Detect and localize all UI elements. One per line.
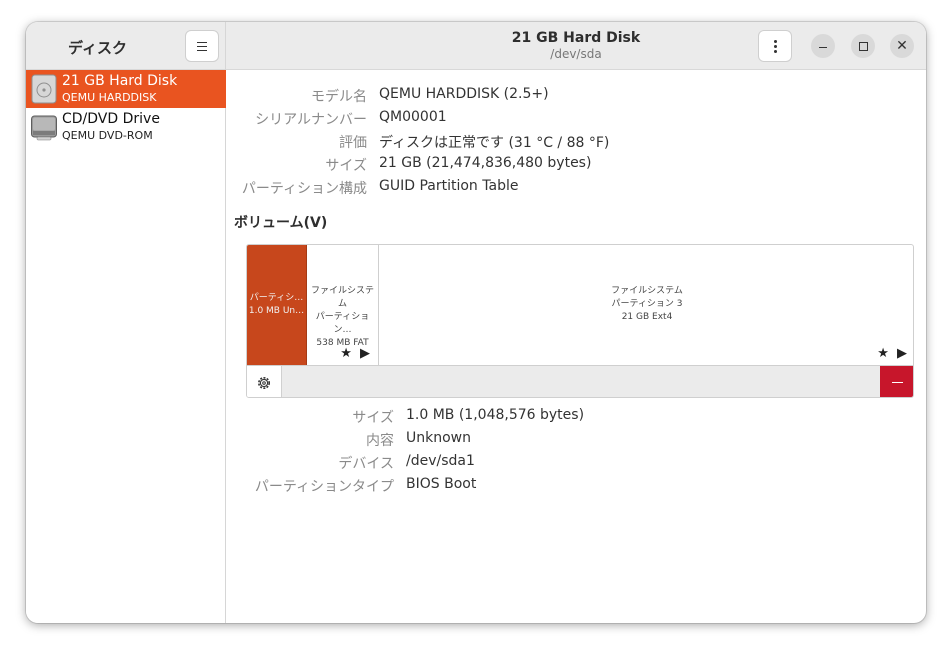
main-menu-button[interactable] — [185, 30, 219, 62]
drive-title: 21 GB Hard Disk — [62, 73, 178, 89]
close-button[interactable]: ✕ — [890, 34, 914, 58]
hard-disk-icon — [31, 74, 57, 104]
info-label: 内容 — [366, 433, 394, 449]
segment-line: パーティシ… — [249, 293, 304, 303]
drive-model: QEMU DVD-ROM — [62, 129, 153, 142]
volumes-heading: ボリューム(V) — [234, 215, 328, 231]
partition-row-size: サイズ 1.0 MB (1,048,576 bytes) — [227, 407, 917, 427]
minimize-icon — [819, 46, 827, 48]
drive-item-cd-dvd[interactable]: CD/DVD Drive QEMU DVD-ROM — [26, 108, 226, 146]
info-value: QEMU HARDDISK (2.5+) — [379, 86, 549, 102]
info-value[interactable]: ディスクは正常です (31 °C / 88 °F) — [379, 132, 609, 152]
minus-icon — [892, 382, 903, 383]
info-value: BIOS Boot — [406, 476, 477, 492]
info-label: シリアルナンバー — [255, 112, 367, 128]
info-label: パーティションタイプ — [254, 479, 394, 495]
info-value: QM00001 — [379, 109, 447, 125]
drive-options-button[interactable] — [758, 30, 792, 62]
drive-details: モデル名 QEMU HARDDISK (2.5+) シリアルナンバー QM000… — [227, 70, 926, 623]
maximize-icon — [858, 41, 868, 51]
drive-title: CD/DVD Drive — [62, 111, 160, 127]
info-row-size: サイズ 21 GB (21,474,836,480 bytes) — [227, 155, 917, 175]
maximize-button[interactable] — [851, 34, 875, 58]
info-value: GUID Partition Table — [379, 178, 519, 194]
segment-line: ファイルシステム — [611, 286, 683, 296]
info-label: パーティション構成 — [241, 181, 367, 197]
drive-list: 21 GB Hard Disk QEMU HARDDISK CD/DVD Dri… — [26, 70, 226, 623]
header-bar: ディスク 21 GB Hard Disk /dev/sda ✕ — [26, 22, 926, 70]
optical-drive-icon — [31, 115, 57, 141]
volume-grid: パーティシ… 1.0 MB Un… ファイルシステム パーティション… 538 … — [246, 244, 914, 398]
partition-row-device: デバイス /dev/sda1 — [227, 453, 917, 473]
info-row-model: モデル名 QEMU HARDDISK (2.5+) — [227, 86, 917, 106]
gear-icon — [258, 376, 270, 389]
drive-model: QEMU HARDDISK — [62, 91, 157, 104]
delete-partition-button[interactable] — [880, 366, 913, 397]
vertical-dots-icon — [773, 39, 777, 53]
minimize-button[interactable] — [811, 34, 835, 58]
info-row-assessment: 評価 ディスクは正常です (31 °C / 88 °F) — [227, 132, 917, 152]
partition-segment-3[interactable]: ファイルシステム パーティション 3 21 GB Ext4 ★ ▶ — [379, 245, 913, 365]
partition-row-contents: 内容 Unknown — [227, 430, 917, 450]
info-value: Unknown — [406, 430, 471, 446]
segment-line: 1.0 MB Un… — [248, 306, 305, 316]
partition-row-type: パーティションタイプ BIOS Boot — [227, 476, 917, 496]
info-label: 評価 — [339, 135, 367, 151]
segment-line: パーティション… — [315, 312, 370, 335]
info-row-partitioning: パーティション構成 GUID Partition Table — [227, 178, 917, 198]
disks-window: ディスク 21 GB Hard Disk /dev/sda ✕ 21 GB Ha… — [26, 22, 926, 623]
segment-line: 21 GB Ext4 — [621, 312, 673, 322]
drive-item-hard-disk[interactable]: 21 GB Hard Disk QEMU HARDDISK — [26, 70, 226, 108]
hamburger-icon — [197, 41, 207, 51]
info-value: 21 GB (21,474,836,480 bytes) — [379, 155, 592, 171]
close-icon: ✕ — [896, 38, 908, 54]
volume-toolbar — [247, 365, 913, 397]
info-row-serial: シリアルナンバー QM00001 — [227, 109, 917, 129]
partition-segment-1[interactable]: パーティシ… 1.0 MB Un… — [247, 245, 307, 365]
info-value: /dev/sda1 — [406, 453, 475, 469]
star-play-icon: ★ ▶ — [877, 346, 909, 361]
info-label: デバイス — [338, 456, 394, 472]
star-play-icon: ★ ▶ — [340, 346, 372, 361]
partition-options-button[interactable] — [247, 366, 282, 397]
partition-segment-2[interactable]: ファイルシステム パーティション… 538 MB FAT ★ ▶ — [307, 245, 379, 365]
sidebar-title: ディスク — [68, 39, 127, 57]
info-label: サイズ — [352, 410, 394, 426]
partition-strip: パーティシ… 1.0 MB Un… ファイルシステム パーティション… 538 … — [247, 245, 913, 365]
segment-line: パーティション 3 — [611, 299, 683, 309]
info-value: 1.0 MB (1,048,576 bytes) — [406, 407, 585, 423]
info-label: サイズ — [325, 158, 367, 174]
sidebar-header: ディスク — [26, 22, 226, 70]
info-label: モデル名 — [311, 89, 367, 105]
segment-line: ファイルシステム — [310, 286, 374, 309]
